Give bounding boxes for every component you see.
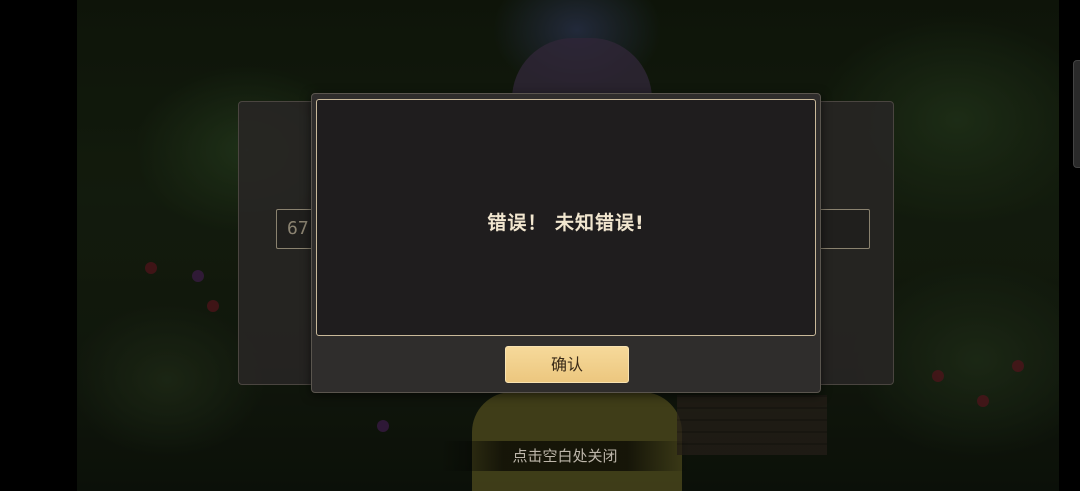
game-screen: 67 错误！ 未知错误! 确认 点击空白处关闭 <box>0 0 1080 491</box>
error-dialog: 错误！ 未知错误! 确认 <box>311 93 821 393</box>
tap-to-close-hint: 点击空白处关闭 <box>440 441 690 471</box>
confirm-button[interactable]: 确认 <box>505 346 629 383</box>
side-handle[interactable] <box>1073 60 1080 168</box>
error-message: 错误！ 未知错误! <box>487 212 645 234</box>
error-dialog-content: 错误！ 未知错误! <box>316 99 816 336</box>
